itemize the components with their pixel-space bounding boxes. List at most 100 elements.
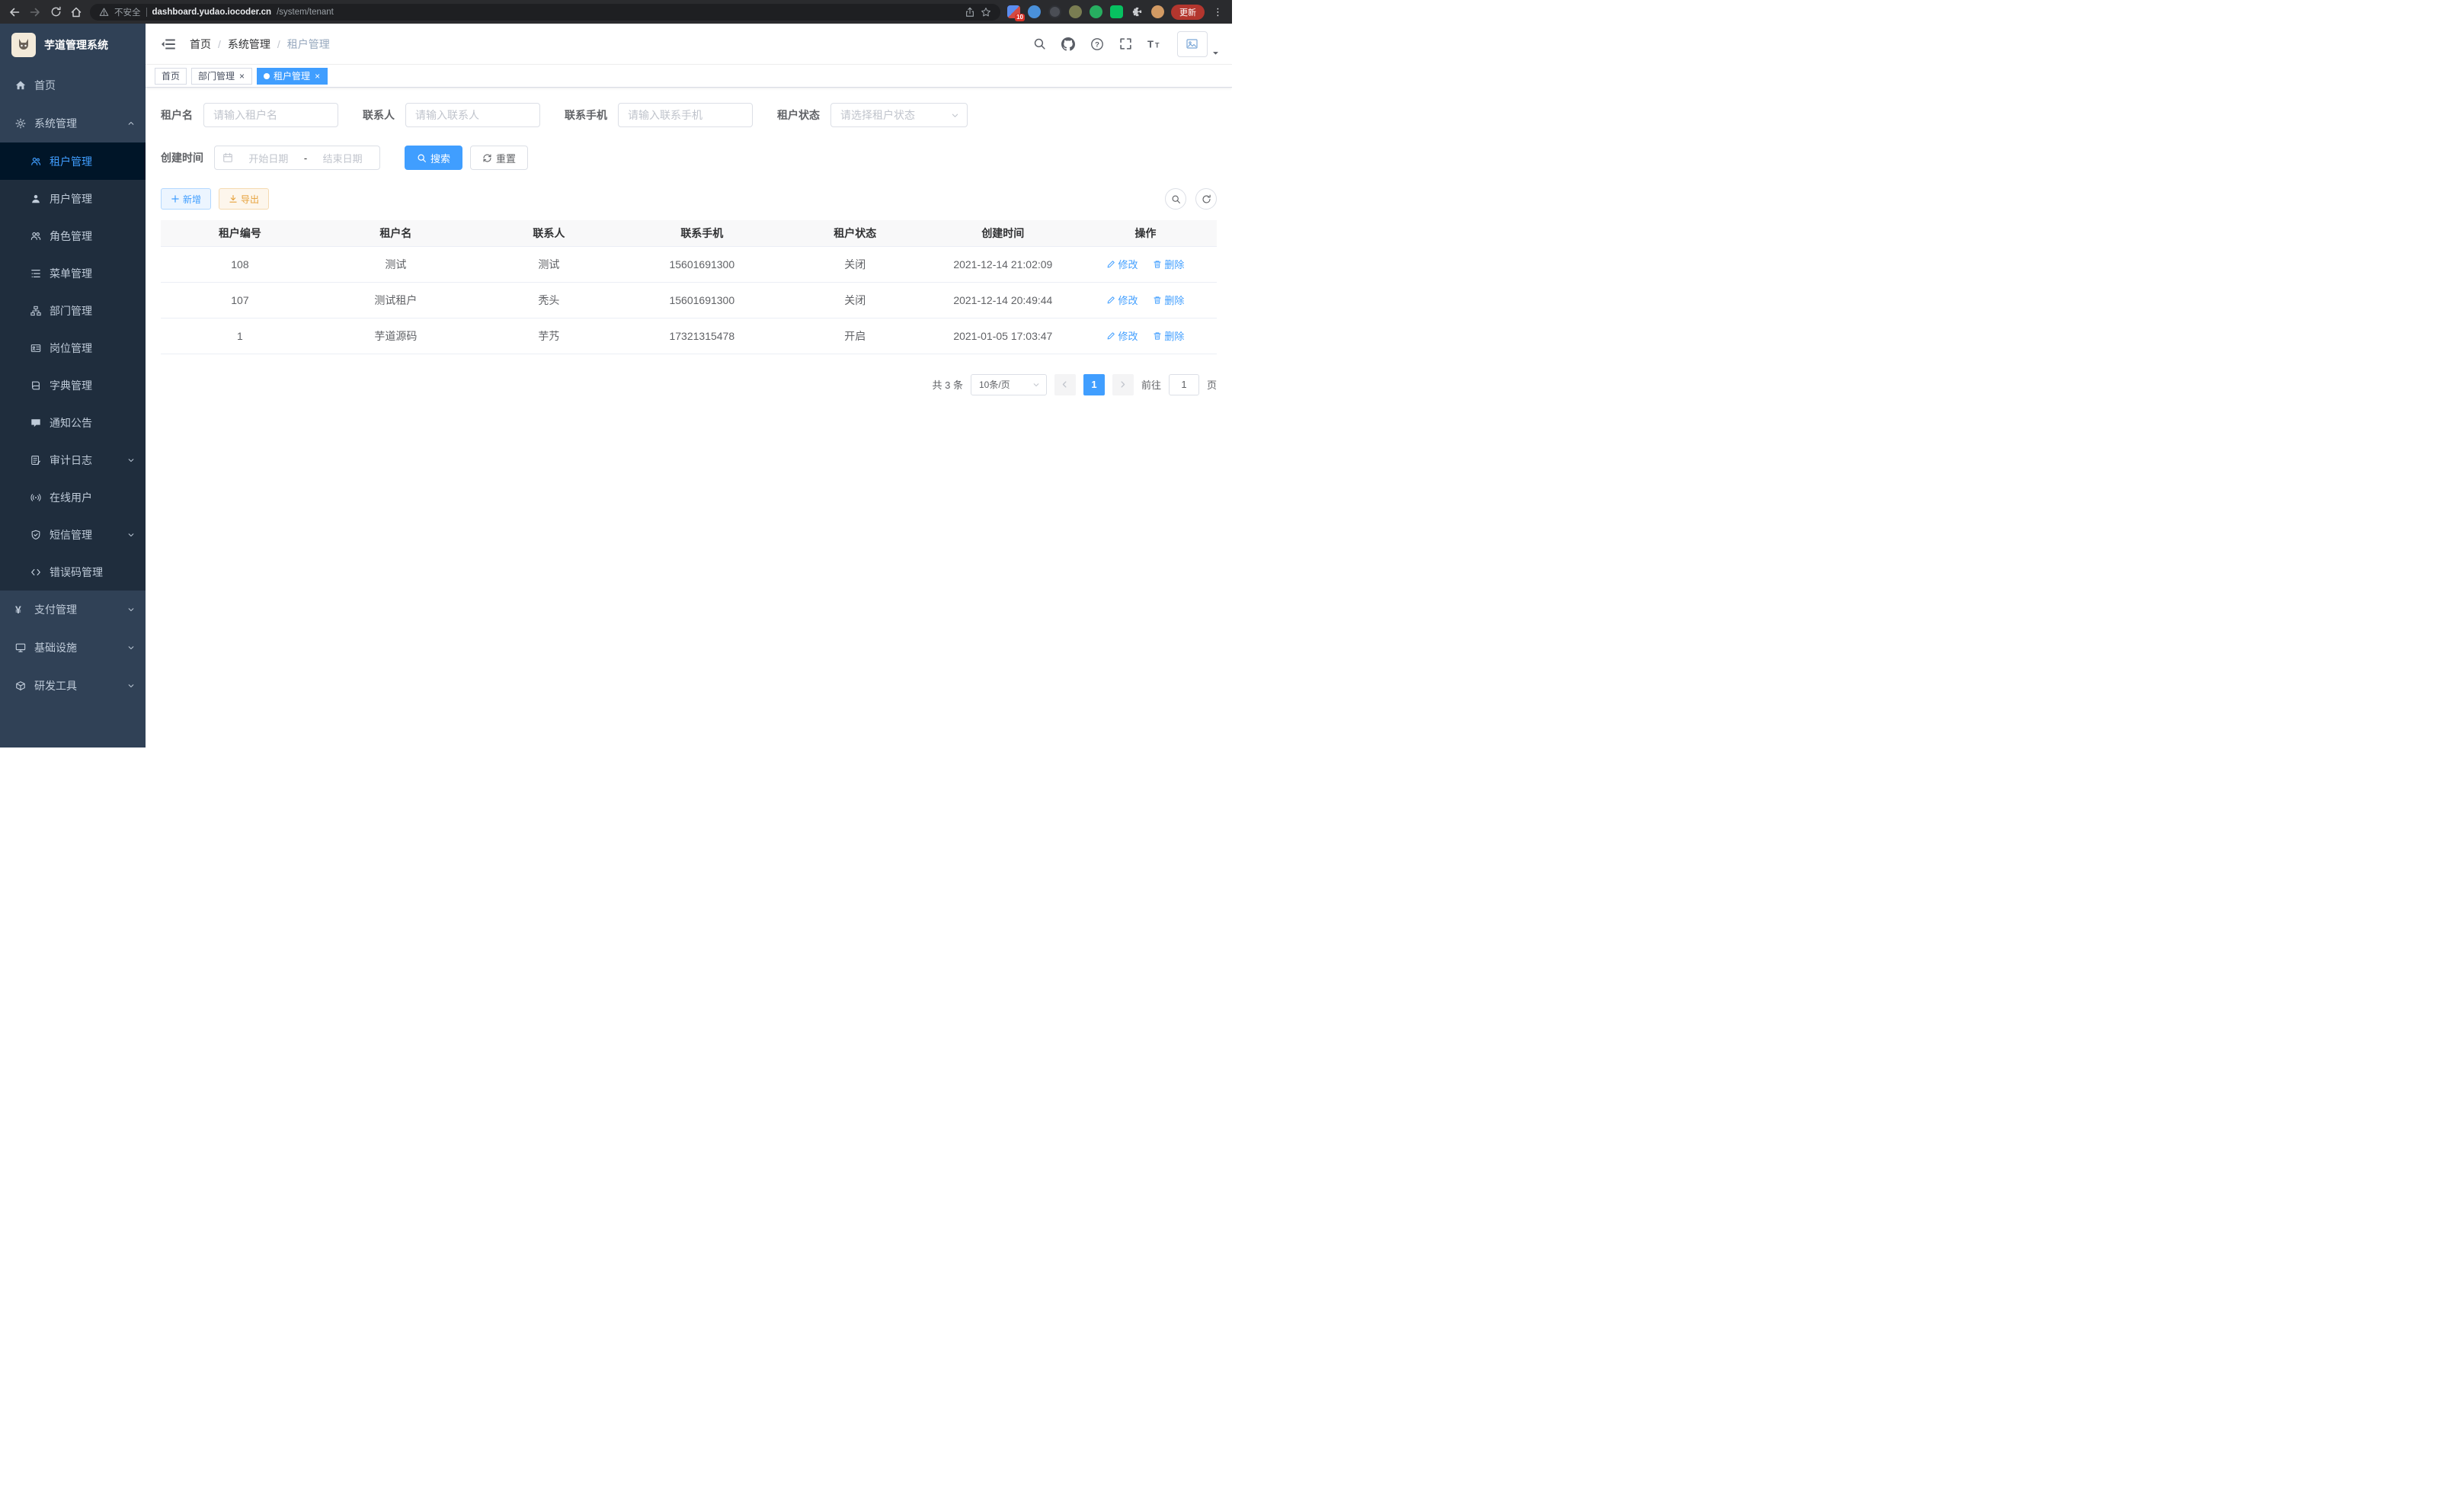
github-icon[interactable]	[1061, 37, 1075, 51]
users-icon	[30, 156, 41, 167]
security-warning-icon	[99, 7, 109, 17]
share-icon[interactable]	[965, 7, 975, 18]
tab-dept[interactable]: 部门管理 ×	[191, 68, 252, 85]
extension-icon-blue[interactable]	[1028, 5, 1041, 18]
url-domain: dashboard.yudao.iocoder.cn	[152, 8, 272, 17]
screen: 不安全 dashboard.yudao.iocoder.cn /system/t…	[0, 0, 1232, 748]
help-question-icon[interactable]: ?	[1090, 37, 1104, 51]
extension-icon-badged[interactable]: 10	[1007, 5, 1020, 18]
browser-update-button[interactable]: 更新	[1171, 5, 1205, 20]
sidebar-item-infra[interactable]: 基础设施	[0, 629, 146, 667]
sidebar-item-menu[interactable]: 菜单管理	[0, 255, 146, 292]
delete-link[interactable]: 删除	[1153, 328, 1184, 343]
sidebar-item-error-code[interactable]: 错误码管理	[0, 553, 146, 591]
extension-icon-green[interactable]	[1090, 5, 1102, 18]
chevron-down-icon	[127, 456, 135, 464]
sidebar-item-online-user[interactable]: 在线用户	[0, 479, 146, 516]
sidebar-item-dev-tool[interactable]: 研发工具	[0, 667, 146, 705]
status-select[interactable]: 请选择租户状态	[830, 103, 968, 127]
browser-refresh-icon[interactable]	[49, 5, 62, 19]
toggle-search-button[interactable]	[1165, 188, 1186, 210]
close-icon[interactable]: ×	[314, 71, 321, 82]
reset-button[interactable]: 重置	[470, 146, 528, 170]
book-icon	[30, 380, 41, 391]
org-tree-icon	[30, 306, 41, 316]
contact-input[interactable]	[405, 103, 540, 127]
browser-menu-kebab-icon[interactable]: ⋮	[1211, 6, 1224, 18]
add-button[interactable]: 新增	[161, 188, 211, 210]
browser-forward-icon[interactable]	[28, 5, 42, 19]
chevron-down-icon	[951, 111, 959, 120]
col-contact: 联系人	[472, 220, 626, 246]
sidebar-item-role[interactable]: 角色管理	[0, 217, 146, 255]
profile-avatar[interactable]	[1151, 5, 1164, 18]
svg-text:T: T	[1155, 42, 1160, 50]
browser-back-icon[interactable]	[8, 5, 21, 19]
sidebar-item-audit-log[interactable]: 审计日志	[0, 441, 146, 479]
avatar-image-placeholder	[1177, 31, 1208, 57]
security-label[interactable]: 不安全	[114, 6, 141, 18]
yen-icon: ¥	[15, 603, 26, 616]
hamburger-icon[interactable]	[158, 34, 179, 55]
breadcrumb-system[interactable]: 系统管理	[228, 37, 270, 52]
header-search-icon[interactable]	[1033, 37, 1046, 50]
tab-home[interactable]: 首页	[155, 68, 187, 85]
sidebar-item-pay[interactable]: ¥ 支付管理	[0, 591, 146, 629]
edit-link[interactable]: 修改	[1106, 293, 1138, 307]
page-size-select[interactable]: 10条/页	[971, 374, 1047, 395]
export-button[interactable]: 导出	[219, 188, 269, 210]
delete-link[interactable]: 删除	[1153, 257, 1184, 271]
edit-link[interactable]: 修改	[1106, 328, 1138, 343]
table-toolbar: 新增 导出	[161, 188, 1217, 210]
code-icon	[30, 567, 41, 578]
browser-toolbar: 不安全 dashboard.yudao.iocoder.cn /system/t…	[0, 0, 1232, 24]
fullscreen-icon[interactable]	[1119, 37, 1132, 50]
filter-row-1: 租户名 联系人 联系手机 租户状态 请选择租户状态	[161, 103, 1217, 127]
close-icon[interactable]: ×	[238, 71, 245, 82]
breadcrumb-current: 租户管理	[287, 37, 330, 52]
sidebar-item-system[interactable]: 系统管理	[0, 104, 146, 142]
breadcrumb-home[interactable]: 首页	[190, 37, 211, 52]
tenant-name-input[interactable]	[203, 103, 338, 127]
page-suffix-label: 页	[1207, 377, 1217, 392]
sidebar-logo[interactable]: 芋道管理系统	[0, 24, 146, 66]
phone-input[interactable]	[618, 103, 753, 127]
next-page-button[interactable]	[1112, 374, 1134, 395]
svg-text:T: T	[1147, 39, 1154, 50]
goto-page-input[interactable]	[1169, 374, 1199, 395]
extensions-puzzle-icon[interactable]	[1131, 5, 1144, 18]
breadcrumb-separator: /	[218, 38, 221, 50]
extension-icon-chat[interactable]	[1110, 5, 1123, 18]
edit-link[interactable]: 修改	[1106, 257, 1138, 271]
user-avatar[interactable]	[1177, 31, 1220, 57]
address-bar[interactable]: 不安全 dashboard.yudao.iocoder.cn /system/t…	[90, 4, 1000, 21]
sidebar-item-dept[interactable]: 部门管理	[0, 292, 146, 329]
sidebar-item-notice[interactable]: 通知公告	[0, 404, 146, 441]
browser-home-icon[interactable]	[69, 5, 83, 19]
font-size-icon[interactable]: TT	[1147, 37, 1162, 50]
tab-tenant[interactable]: 租户管理 ×	[257, 68, 328, 85]
sidebar-item-home[interactable]: 首页	[0, 66, 146, 104]
chevron-down-icon	[127, 644, 135, 651]
navbar-actions: ? TT	[1033, 31, 1220, 57]
sidebar-item-user[interactable]: 用户管理	[0, 180, 146, 217]
monitor-icon	[15, 642, 26, 653]
sidebar-item-sms[interactable]: 短信管理	[0, 516, 146, 553]
bookmark-star-icon[interactable]	[981, 7, 991, 18]
refresh-table-button[interactable]	[1195, 188, 1217, 210]
search-button[interactable]: 搜索	[405, 146, 462, 170]
create-time-range-picker[interactable]: 开始日期 - 结束日期	[214, 146, 380, 170]
extension-icon-olive[interactable]	[1069, 5, 1082, 18]
page-number-button[interactable]: 1	[1083, 374, 1105, 395]
shield-icon	[30, 530, 41, 540]
col-tenant-id: 租户编号	[161, 220, 319, 246]
sidebar-item-post[interactable]: 岗位管理	[0, 329, 146, 367]
sidebar-item-tenant[interactable]: 租户管理	[0, 142, 146, 180]
filter-row-2: 创建时间 开始日期 - 结束日期 搜索	[161, 146, 1217, 170]
prev-page-button[interactable]	[1054, 374, 1076, 395]
extension-icon-dark[interactable]	[1048, 5, 1061, 18]
pagination: 共 3 条 10条/页 1 前往 页	[161, 374, 1217, 395]
badge-icon	[30, 343, 41, 354]
delete-link[interactable]: 删除	[1153, 293, 1184, 307]
sidebar-item-dict[interactable]: 字典管理	[0, 367, 146, 404]
